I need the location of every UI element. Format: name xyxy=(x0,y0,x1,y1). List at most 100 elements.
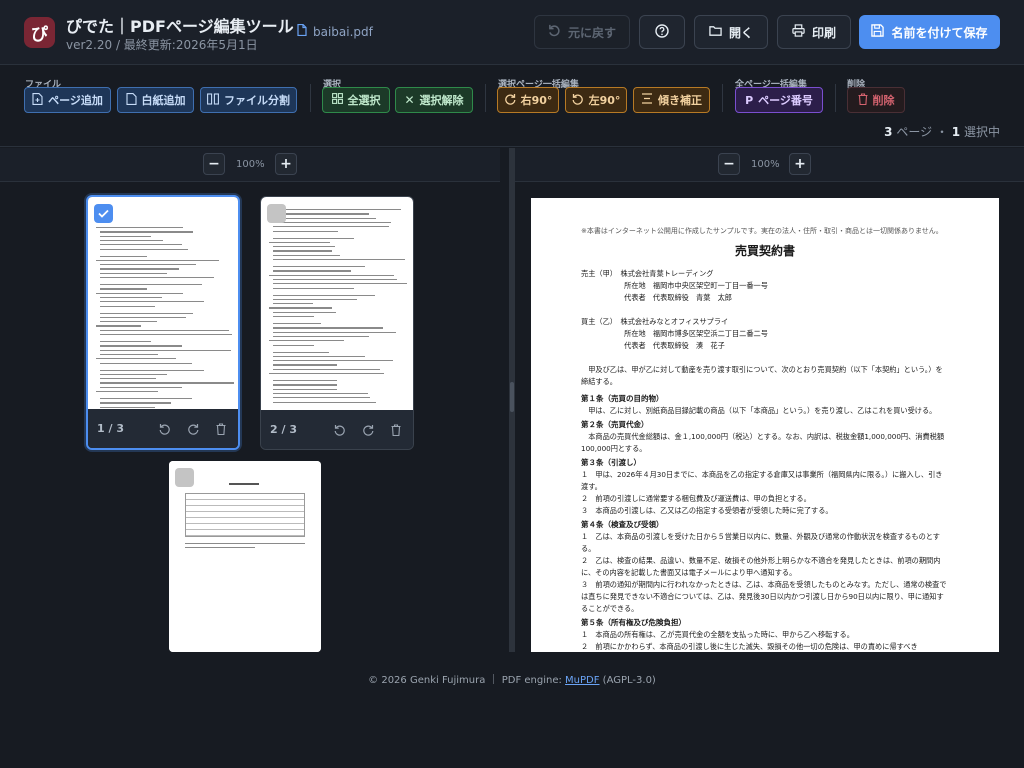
mupdf-link[interactable]: MuPDF xyxy=(565,675,599,686)
thumbnail-text-line xyxy=(273,327,383,329)
page-thumbnail-3[interactable] xyxy=(169,461,321,652)
blank-page-icon xyxy=(125,92,137,108)
thumbnail-text-line xyxy=(100,284,203,286)
rotate-left-button[interactable]: 左90° xyxy=(565,87,627,113)
article-1-body: 甲は、乙に対し、別紙商品目録記載の商品（以下「本商品」という。）を売り渡し、乙は… xyxy=(581,406,937,415)
print-label: 印刷 xyxy=(811,25,836,40)
save-icon xyxy=(871,24,885,40)
open-button[interactable]: 開く xyxy=(694,15,768,49)
buyer-info: 買主（乙） 株式会社みなとオフィスサプライ 所在地 福岡市博多区架空浜二丁目二番… xyxy=(581,317,768,350)
splitter-handle[interactable] xyxy=(510,382,514,412)
article-4-item-2: ２ 乙は、検査の結果、品違い、数量不足、破損その他外形上明らかな不適合を発見した… xyxy=(581,556,941,577)
thumbnail-text-line xyxy=(100,316,187,319)
page-checkbox[interactable] xyxy=(175,468,194,487)
thumbnail-text-line xyxy=(100,402,172,404)
rotate-left-icon xyxy=(572,93,584,108)
open-label: 開く xyxy=(728,25,753,40)
thumbnail-text-line xyxy=(273,230,339,232)
x-icon: ✕ xyxy=(404,93,415,107)
selection-status: 3 ページ ・ 1 選択中 xyxy=(884,123,1000,140)
page-thumbnail-2[interactable]: 2 / 3 xyxy=(260,196,414,450)
article-3-item-1: １ 甲は、2026年４月30日までに、本商品を乙の指定する倉庫又は事業所（福岡県… xyxy=(581,470,943,491)
page-count-label: ページ xyxy=(896,125,933,139)
preview-zoom-out-button[interactable]: − xyxy=(718,153,740,175)
thumbnail-text-line xyxy=(100,321,157,323)
page-count: 3 xyxy=(884,125,893,139)
thumbnail-text-line xyxy=(273,287,355,289)
rotate-left-icon[interactable] xyxy=(332,422,348,438)
thumbnail-text-line xyxy=(100,362,193,364)
thumbnail-text-line xyxy=(100,386,183,388)
page-checkbox[interactable] xyxy=(267,204,286,223)
split-file-button[interactable]: ファイル分割 xyxy=(200,87,297,113)
thumbnail-text-line xyxy=(100,305,155,307)
preview-zoom-bar: − 100% + xyxy=(515,148,1024,182)
thumbnail-zoom-out-button[interactable]: − xyxy=(203,153,225,175)
thumbnail-text-line xyxy=(100,369,204,371)
thumbnail-text-line xyxy=(269,307,332,309)
preview-zoom-in-button[interactable]: + xyxy=(789,153,811,175)
page-thumbnail-1[interactable]: 1 / 3 xyxy=(86,195,240,450)
thumbnail-text-line xyxy=(273,388,338,390)
article-5-title: 第５条（所有権及び危険負担） xyxy=(581,618,686,627)
thumbnail-text-line xyxy=(100,248,189,250)
rotate-right-button[interactable]: 右90° xyxy=(497,87,559,113)
add-blank-button[interactable]: 白紙追加 xyxy=(117,87,194,113)
page-number-button[interactable]: P ページ番号 xyxy=(735,87,823,113)
thumbnail-zoom-in-button[interactable]: + xyxy=(275,153,297,175)
grid-icon xyxy=(331,93,343,107)
add-page-label: ページ追加 xyxy=(48,94,103,107)
thumbnail-text-line xyxy=(273,266,365,268)
thumbnail-text-line xyxy=(100,264,196,266)
document-title: 売買契約書 xyxy=(734,244,795,258)
help-button[interactable] xyxy=(639,15,685,49)
thumbnail-text-line xyxy=(100,341,152,343)
thumbnail-text-line xyxy=(273,283,408,285)
thumbnail-text-line xyxy=(273,254,341,256)
app-version: ver2.20 / 最終更新:2026年5月1日 xyxy=(66,38,258,52)
page-thumbnail-image xyxy=(169,461,321,652)
rotate-left-label: 左90° xyxy=(588,94,621,107)
seller-info: 売主（甲） 株式会社青葉トレーディング 所在地 福岡市中央区架空町一丁目一番一号… xyxy=(581,269,768,302)
selected-count: 1 xyxy=(951,125,961,139)
thumbnail-text-line xyxy=(96,358,176,360)
thumbnail-text-line xyxy=(96,292,184,294)
thumbnail-text-line xyxy=(100,378,157,380)
page-checkbox-checked[interactable] xyxy=(94,204,113,223)
deselect-button[interactable]: ✕ 選択解除 xyxy=(395,87,473,113)
page-number-label: ページ番号 xyxy=(758,94,813,107)
thumbnail-text-line xyxy=(273,250,332,252)
article-4-item-3: ３ 前項の通知が期間内に行われなかったときは、乙は、本商品を受領したものとみなす… xyxy=(581,580,947,613)
split-file-label: ファイル分割 xyxy=(224,94,290,107)
thumbnail-text-line xyxy=(100,288,148,290)
thumbnail-text-line xyxy=(273,392,368,395)
preview-zoom-level: 100% xyxy=(751,159,780,170)
article-4-item-1: １ 乙は、本商品の引渡しを受けた日から５営業日以内に、数量、外観及び通常の作動状… xyxy=(581,532,940,553)
rotate-left-icon[interactable] xyxy=(157,421,173,437)
thumbnail-text-line xyxy=(185,543,305,545)
trash-icon[interactable] xyxy=(388,422,404,438)
thumbnail-text-line xyxy=(273,355,366,358)
deskew-button[interactable]: 傾き補正 xyxy=(633,87,710,113)
undo-label: 元に戻す xyxy=(567,25,616,40)
save-as-button[interactable]: 名前を付けて保存 xyxy=(859,15,1000,49)
thumbnail-text-line xyxy=(100,268,180,270)
print-button[interactable]: 印刷 xyxy=(777,15,851,49)
select-all-button[interactable]: 全選択 xyxy=(322,87,390,113)
rotate-right-icon[interactable] xyxy=(360,422,376,438)
thumbnail-text-line xyxy=(273,217,376,219)
selected-count-label: 選択中 xyxy=(963,125,1000,139)
thumbnail-text-line xyxy=(273,311,336,313)
undo-button[interactable]: 元に戻す xyxy=(534,15,630,49)
rotate-right-icon[interactable] xyxy=(185,421,201,437)
thumbnail-text-line xyxy=(273,368,381,370)
trash-icon[interactable] xyxy=(213,421,229,437)
rotate-right-label: 右90° xyxy=(520,94,553,107)
delete-button[interactable]: 削除 xyxy=(847,87,905,113)
article-2-title: 第２条（売買代金） xyxy=(581,420,649,429)
add-page-button[interactable]: ページ追加 xyxy=(24,87,111,113)
article-1-title: 第１条（売買の目的物） xyxy=(581,394,664,403)
article-3-item-2: ２ 前項の引渡しに通常要する梱包費及び運送費は、甲の負担とする。 xyxy=(581,494,811,503)
save-as-label: 名前を付けて保存 xyxy=(891,25,988,40)
thumbnail-text-line xyxy=(100,272,168,274)
